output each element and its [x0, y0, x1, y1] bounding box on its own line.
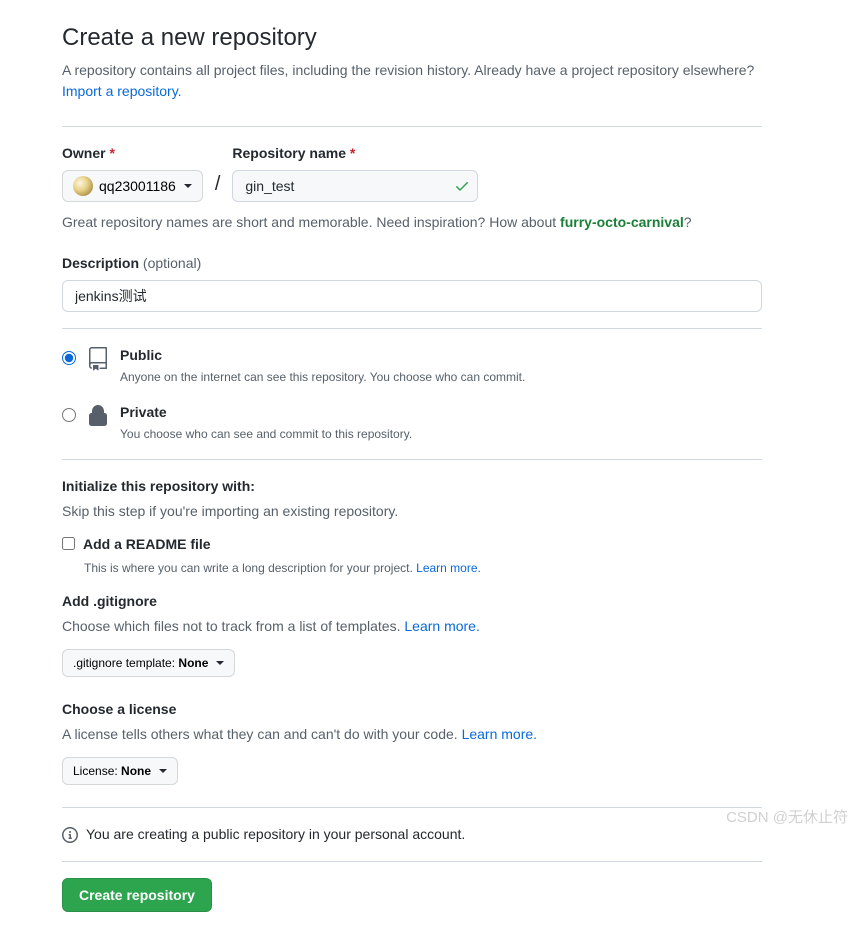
name-suggestion-link[interactable]: furry-octo-carnival — [560, 214, 684, 230]
description-input[interactable] — [62, 280, 762, 312]
page-title: Create a new repository — [62, 20, 762, 56]
check-icon — [454, 178, 470, 194]
divider — [62, 126, 762, 127]
watermark: CSDN @无休止符 — [726, 807, 848, 830]
description-label: Description (optional) — [62, 253, 201, 274]
visibility-private-radio[interactable] — [62, 408, 76, 422]
info-icon — [62, 827, 78, 843]
private-label: Private — [120, 402, 412, 423]
readme-learn-more-link[interactable]: Learn more. — [416, 561, 481, 575]
divider — [62, 328, 762, 329]
chevron-down-icon — [216, 661, 224, 665]
divider — [62, 459, 762, 460]
readme-description: This is where you can write a long descr… — [84, 559, 762, 577]
repo-icon — [86, 347, 110, 371]
gitignore-title: Add .gitignore — [62, 591, 762, 612]
init-subtitle: Skip this step if you're importing an ex… — [62, 501, 762, 522]
divider — [62, 807, 762, 808]
owner-select-button[interactable]: qq23001186 — [62, 170, 203, 202]
gitignore-learn-more-link[interactable]: Learn more. — [404, 618, 479, 634]
owner-label: Owner * — [62, 143, 203, 164]
init-title: Initialize this repository with: — [62, 476, 762, 497]
name-hint: Great repository names are short and mem… — [62, 212, 762, 233]
gitignore-template-button[interactable]: .gitignore template: None — [62, 649, 235, 677]
page-subtitle: A repository contains all project files,… — [62, 60, 762, 102]
license-description: A license tells others what they can and… — [62, 724, 762, 745]
avatar — [73, 176, 93, 196]
chevron-down-icon — [159, 769, 167, 773]
public-label: Public — [120, 345, 525, 366]
chevron-down-icon — [184, 184, 192, 188]
repo-name-label: Repository name * — [232, 143, 478, 164]
lock-icon — [86, 404, 110, 428]
readme-label: Add a README file — [83, 534, 211, 555]
divider — [62, 861, 762, 862]
info-row: You are creating a public repository in … — [62, 824, 762, 845]
license-learn-more-link[interactable]: Learn more. — [462, 726, 537, 742]
license-title: Choose a license — [62, 699, 762, 720]
private-description: You choose who can see and commit to thi… — [120, 425, 412, 443]
gitignore-description: Choose which files not to track from a l… — [62, 616, 762, 637]
readme-checkbox[interactable] — [62, 537, 75, 550]
slash-separator: / — [213, 169, 223, 199]
visibility-public-radio[interactable] — [62, 351, 76, 365]
license-select-button[interactable]: License: None — [62, 757, 178, 785]
create-repository-button[interactable]: Create repository — [62, 878, 212, 912]
import-repo-link[interactable]: Import a repository. — [62, 83, 182, 99]
repo-name-input[interactable] — [232, 170, 478, 202]
public-description: Anyone on the internet can see this repo… — [120, 368, 525, 386]
